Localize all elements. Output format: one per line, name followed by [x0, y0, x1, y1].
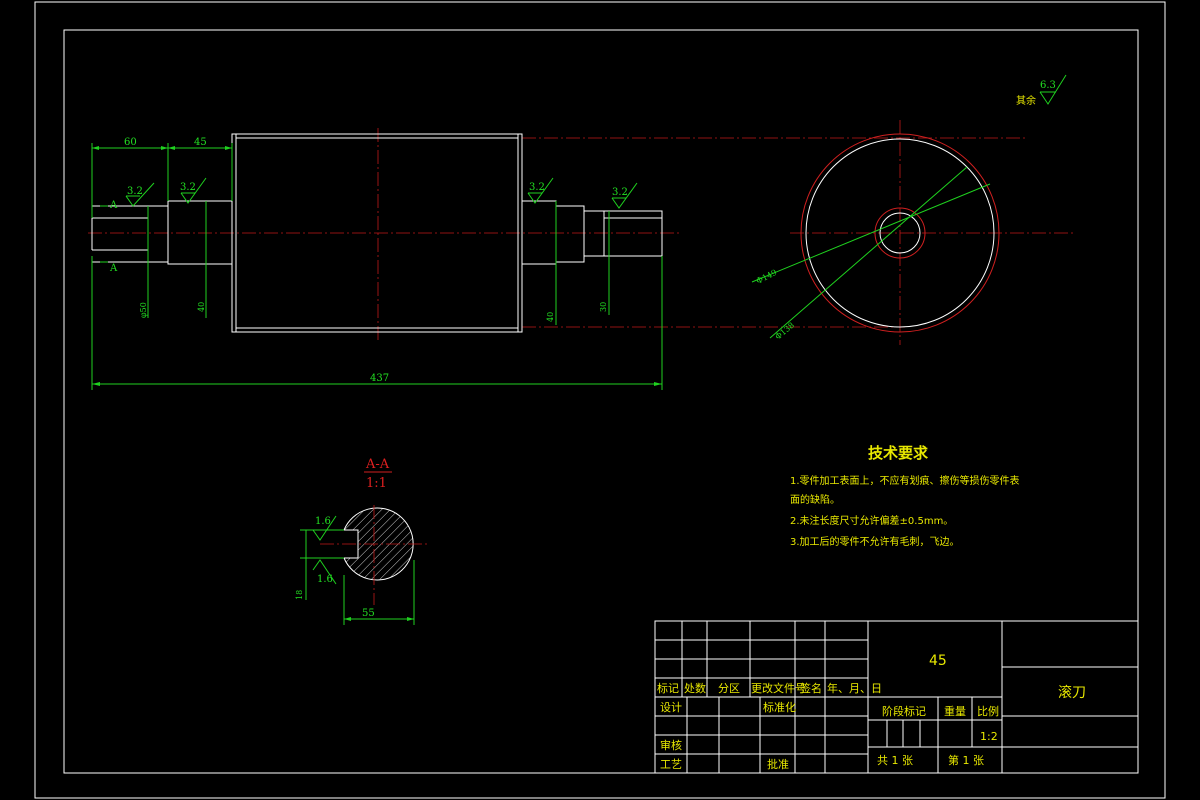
col-mark: 标记 [657, 681, 679, 695]
roughness-symbols: 3.2 3.2 3.2 3.2 其余 6.3 [125, 74, 1067, 209]
dim-18: 18 [295, 590, 304, 600]
dim-60: 60 [124, 137, 137, 148]
tech-line-1: 1.零件加工表面上，不应有划痕、擦伤等损伤零件表 [790, 474, 1020, 487]
process-label: 工艺 [660, 758, 682, 771]
scale-label: 比例 [977, 704, 999, 718]
inner-frame [63, 29, 1139, 774]
weight-label: 重量 [944, 704, 966, 718]
tech-line-2: 2.未注长度尺寸允许偏差±0.5mm。 [790, 514, 953, 527]
roughness-other-label: 其余 [1016, 94, 1036, 107]
dim-phi149: Φ149 [755, 268, 779, 286]
approve-label: 批准 [767, 757, 789, 771]
dim-phi40-right: 40 [546, 312, 555, 322]
scale-value: 1:2 [980, 730, 998, 743]
col-date: 年、月、日 [827, 681, 882, 695]
roughness-other-value: 6.3 [1040, 80, 1056, 91]
roughness-1.6-b: 1.6 [317, 574, 333, 585]
review-label: 审核 [660, 738, 682, 752]
section-view: A-A 1:1 1.6 1.6 18 55 [295, 457, 430, 625]
dim-phi30: 30 [599, 302, 608, 312]
section-title: A-A [365, 457, 390, 472]
dim-phi50: φ50 [139, 302, 148, 318]
roughness-3.2-c: 3.2 [529, 182, 545, 193]
section-scale: 1:1 [366, 476, 387, 491]
roughness-1.6-a: 1.6 [315, 516, 331, 527]
dim-45: 45 [194, 137, 207, 148]
dim-phi40-left: 40 [197, 302, 206, 312]
col-signature: 签名 [800, 681, 822, 695]
col-count: 处数 [684, 682, 706, 695]
part-name: 滚刀 [1058, 684, 1086, 701]
title-block: 45 滚刀 标记 处数 分区 更改文件号 签名 年、月、日 设计 标准化 阶段标… [654, 620, 1139, 774]
sheet-number: 第 1 张 [948, 753, 984, 767]
design-label: 设计 [660, 701, 682, 714]
roughness-3.2-d: 3.2 [612, 187, 628, 198]
side-view: Φ149 Φ138 [751, 120, 1075, 345]
section-mark-top: A [109, 200, 118, 211]
dim-437: 437 [370, 373, 389, 384]
standardize-label: 标准化 [763, 700, 796, 714]
tech-heading: 技术要求 [868, 444, 929, 462]
stage-mark-label: 阶段标记 [882, 704, 926, 718]
dim-phi138: Φ138 [774, 321, 797, 342]
outer-frame [34, 1, 1166, 799]
roughness-3.2-a: 3.2 [127, 186, 143, 197]
technical-requirements: 技术要求 1.零件加工表面上，不应有划痕、擦伤等损伤零件表 面的缺陷。 2.未注… [790, 444, 1020, 548]
tech-line-3: 3.加工后的零件不允许有毛刺，飞边。 [790, 535, 960, 548]
section-mark-bottom: A [109, 263, 118, 274]
dim-55: 55 [362, 608, 375, 619]
roughness-3.2-b: 3.2 [180, 182, 196, 193]
col-change-doc: 更改文件号 [751, 681, 806, 695]
col-zone: 分区 [718, 682, 740, 695]
cad-drawing: 60 45 437 A A φ50 40 40 30 3.2 3.2 3.2 3… [34, 1, 1166, 799]
sheets-total: 共 1 张 [877, 754, 913, 767]
tech-line-1b: 面的缺陷。 [790, 493, 840, 506]
material-value: 45 [929, 653, 947, 669]
